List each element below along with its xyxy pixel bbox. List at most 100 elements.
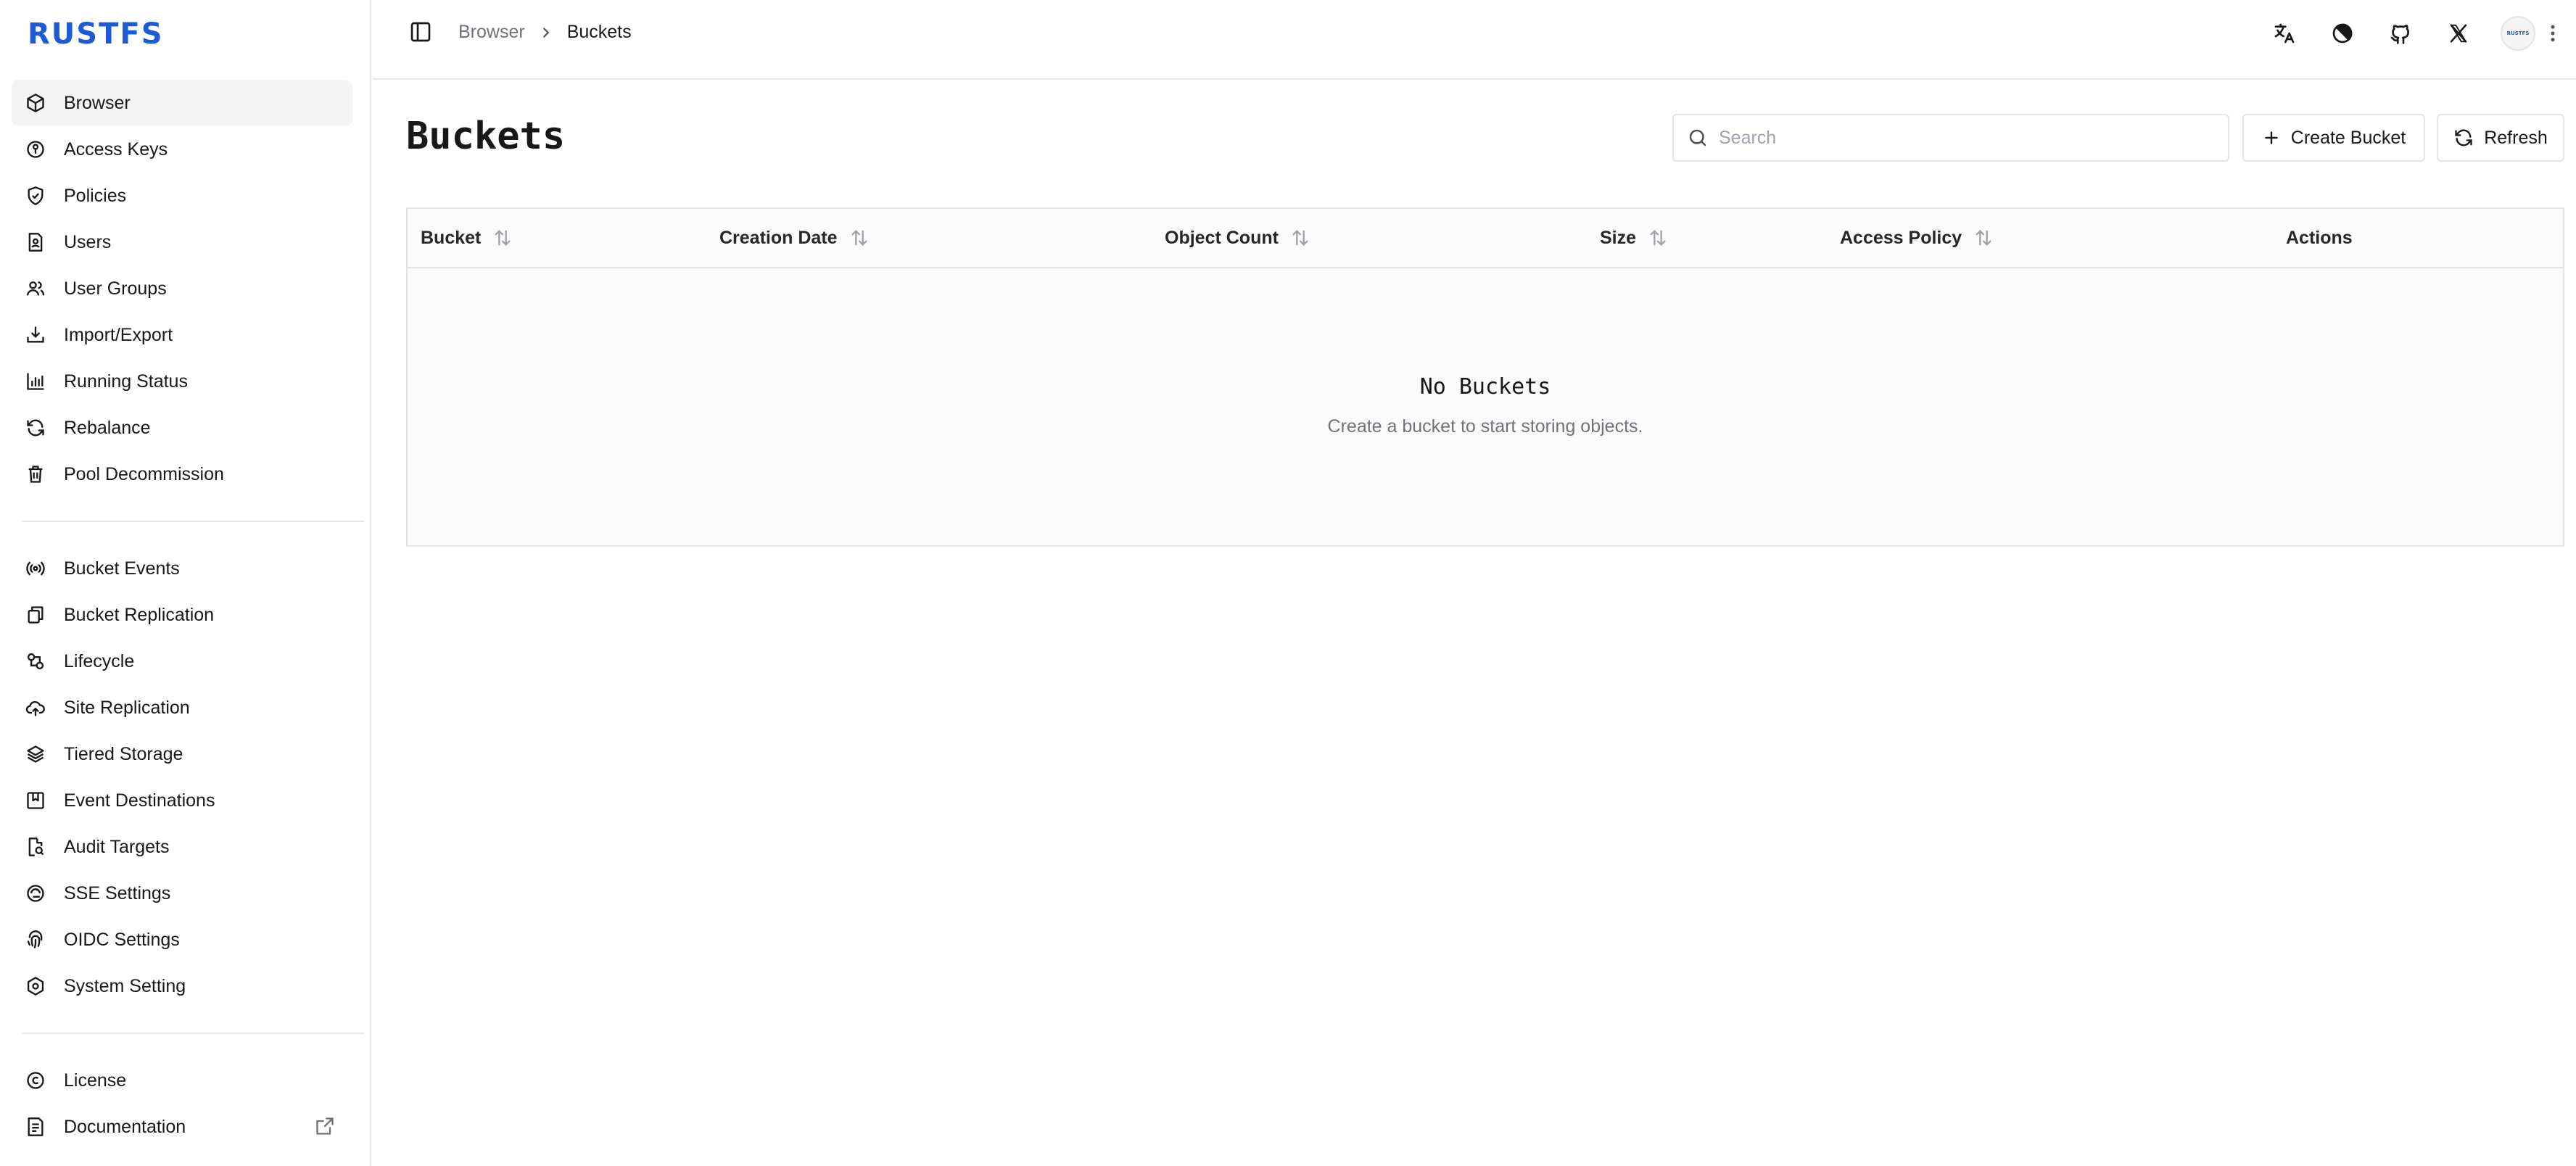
sidebar-toggle-button[interactable] (408, 19, 434, 45)
sidebar-footer-nav: License Documentation (12, 1057, 352, 1150)
chevron-right-icon (538, 25, 554, 41)
breadcrumb-browser-link[interactable]: Browser (458, 22, 525, 43)
sidebar-item-label: OIDC Settings (64, 929, 180, 950)
theme-toggle-button[interactable] (2327, 17, 2358, 49)
column-header-bucket[interactable]: Bucket (421, 209, 513, 267)
broadcast-icon (25, 558, 46, 579)
shield-check-icon (25, 185, 46, 207)
column-header-creation-date[interactable]: Creation Date (719, 209, 870, 267)
sidebar-item-label: Bucket Events (64, 558, 180, 579)
user-avatar[interactable]: RUSTFS (2501, 16, 2535, 51)
more-menu-button[interactable] (2546, 17, 2560, 49)
buckets-table: Bucket Creation Date Object Count Size A… (406, 207, 2564, 547)
sidebar-item-running-status[interactable]: Running Status (12, 358, 352, 405)
sidebar-item-site-replication[interactable]: Site Replication (12, 685, 352, 731)
github-link[interactable] (2385, 17, 2416, 49)
sidebar: RUSTFS Browser Access Keys Policies User… (0, 0, 371, 1166)
cube-icon (25, 92, 46, 114)
translate-button[interactable] (2269, 17, 2300, 49)
sort-icon (1973, 228, 1994, 248)
sidebar-item-bucket-events[interactable]: Bucket Events (12, 545, 352, 592)
sidebar-item-import-export[interactable]: Import/Export (12, 312, 352, 358)
empty-state-title: No Buckets (1419, 374, 1551, 400)
sidebar-item-label: Bucket Replication (64, 604, 215, 625)
column-header-size[interactable]: Size (1600, 209, 1668, 267)
key-icon (25, 138, 46, 160)
sidebar-item-policies[interactable]: Policies (12, 173, 352, 219)
fingerprint-icon (25, 929, 46, 951)
sidebar-item-tiered-storage[interactable]: Tiered Storage (12, 731, 352, 777)
sidebar-item-user-groups[interactable]: User Groups (12, 265, 352, 312)
sidebar-item-label: Access Keys (64, 138, 168, 160)
refresh-button[interactable]: Refresh (2437, 114, 2564, 162)
sidebar-primary-nav: Browser Access Keys Policies Users User … (12, 80, 352, 497)
sidebar-item-label: Lifecycle (64, 650, 135, 671)
sidebar-item-users[interactable]: Users (12, 219, 352, 265)
sidebar-item-label: SSE Settings (64, 882, 171, 904)
theme-icon (2332, 23, 2353, 44)
column-header-access-policy[interactable]: Access Policy (1840, 209, 1994, 267)
column-label: Size (1600, 227, 1637, 248)
sidebar-item-label: Event Destinations (64, 790, 215, 811)
search-icon (1689, 129, 1706, 146)
layers-icon (25, 743, 46, 765)
sidebar-item-label: Audit Targets (64, 836, 170, 857)
sidebar-item-system-setting[interactable]: System Setting (12, 963, 352, 1009)
top-bar: Browser Buckets RUSTFS (373, 0, 2576, 80)
trash-icon (25, 463, 46, 485)
sidebar-item-audit-targets[interactable]: Audit Targets (12, 824, 352, 870)
column-label: Actions (2286, 227, 2353, 248)
sidebar-item-label: Tiered Storage (64, 743, 183, 764)
plus-icon (2262, 128, 2281, 147)
column-label: Access Policy (1840, 227, 1962, 248)
document-icon (25, 1116, 46, 1138)
sidebar-item-label: License (64, 1070, 127, 1091)
user-file-icon (25, 231, 46, 253)
sidebar-item-sse-settings[interactable]: SSE Settings (12, 870, 352, 917)
sidebar-item-license[interactable]: License (12, 1057, 352, 1104)
search-input[interactable] (1719, 127, 2228, 149)
sidebar-item-label: Documentation (64, 1116, 186, 1137)
sidebar-item-label: Site Replication (64, 697, 190, 718)
sidebar-item-browser[interactable]: Browser (12, 80, 352, 126)
panel-left-icon (410, 22, 431, 42)
refresh-cycle-icon (25, 417, 46, 439)
sort-icon (1290, 228, 1310, 248)
sidebar-item-lifecycle[interactable]: Lifecycle (12, 638, 352, 685)
sidebar-item-label: Pool Decommission (64, 463, 224, 484)
rustfs-logo[interactable]: RUSTFS (28, 17, 164, 51)
encryption-icon (25, 882, 46, 904)
cloud-upload-icon (25, 697, 46, 719)
page-title: Buckets (406, 115, 566, 158)
sidebar-item-label: Import/Export (64, 324, 173, 345)
bookmark-icon (25, 790, 46, 811)
sidebar-divider (22, 1033, 364, 1034)
file-audit-icon (25, 836, 46, 858)
column-header-object-count[interactable]: Object Count (1165, 209, 1310, 267)
sidebar-item-event-destinations[interactable]: Event Destinations (12, 777, 352, 824)
more-vertical-icon (2551, 25, 2555, 42)
column-label: Creation Date (719, 227, 838, 248)
refresh-icon (2453, 128, 2474, 148)
lifecycle-icon (25, 650, 46, 672)
sidebar-item-bucket-replication[interactable]: Bucket Replication (12, 592, 352, 638)
sidebar-item-oidc-settings[interactable]: OIDC Settings (12, 917, 352, 963)
hex-settings-icon (25, 975, 46, 997)
sidebar-secondary-nav: Bucket Events Bucket Replication Lifecyc… (12, 545, 352, 1009)
breadcrumb-current: Buckets (566, 22, 632, 42)
bar-chart-icon (25, 371, 46, 392)
empty-state-subtitle: Create a bucket to start storing objects… (1327, 416, 1643, 437)
copyright-icon (25, 1070, 46, 1091)
search-field[interactable] (1672, 114, 2229, 162)
download-tray-icon (25, 324, 46, 346)
sidebar-item-pool-decommission[interactable]: Pool Decommission (12, 451, 352, 497)
x-logo-icon (2450, 24, 2467, 43)
github-icon (2390, 25, 2409, 44)
x-twitter-link[interactable] (2443, 17, 2474, 49)
sidebar-item-rebalance[interactable]: Rebalance (12, 405, 352, 451)
create-bucket-button[interactable]: Create Bucket (2242, 114, 2425, 162)
sort-icon (849, 228, 870, 248)
sidebar-item-documentation[interactable]: Documentation (12, 1104, 352, 1150)
sidebar-item-access-keys[interactable]: Access Keys (12, 126, 352, 173)
users-icon (25, 278, 46, 299)
